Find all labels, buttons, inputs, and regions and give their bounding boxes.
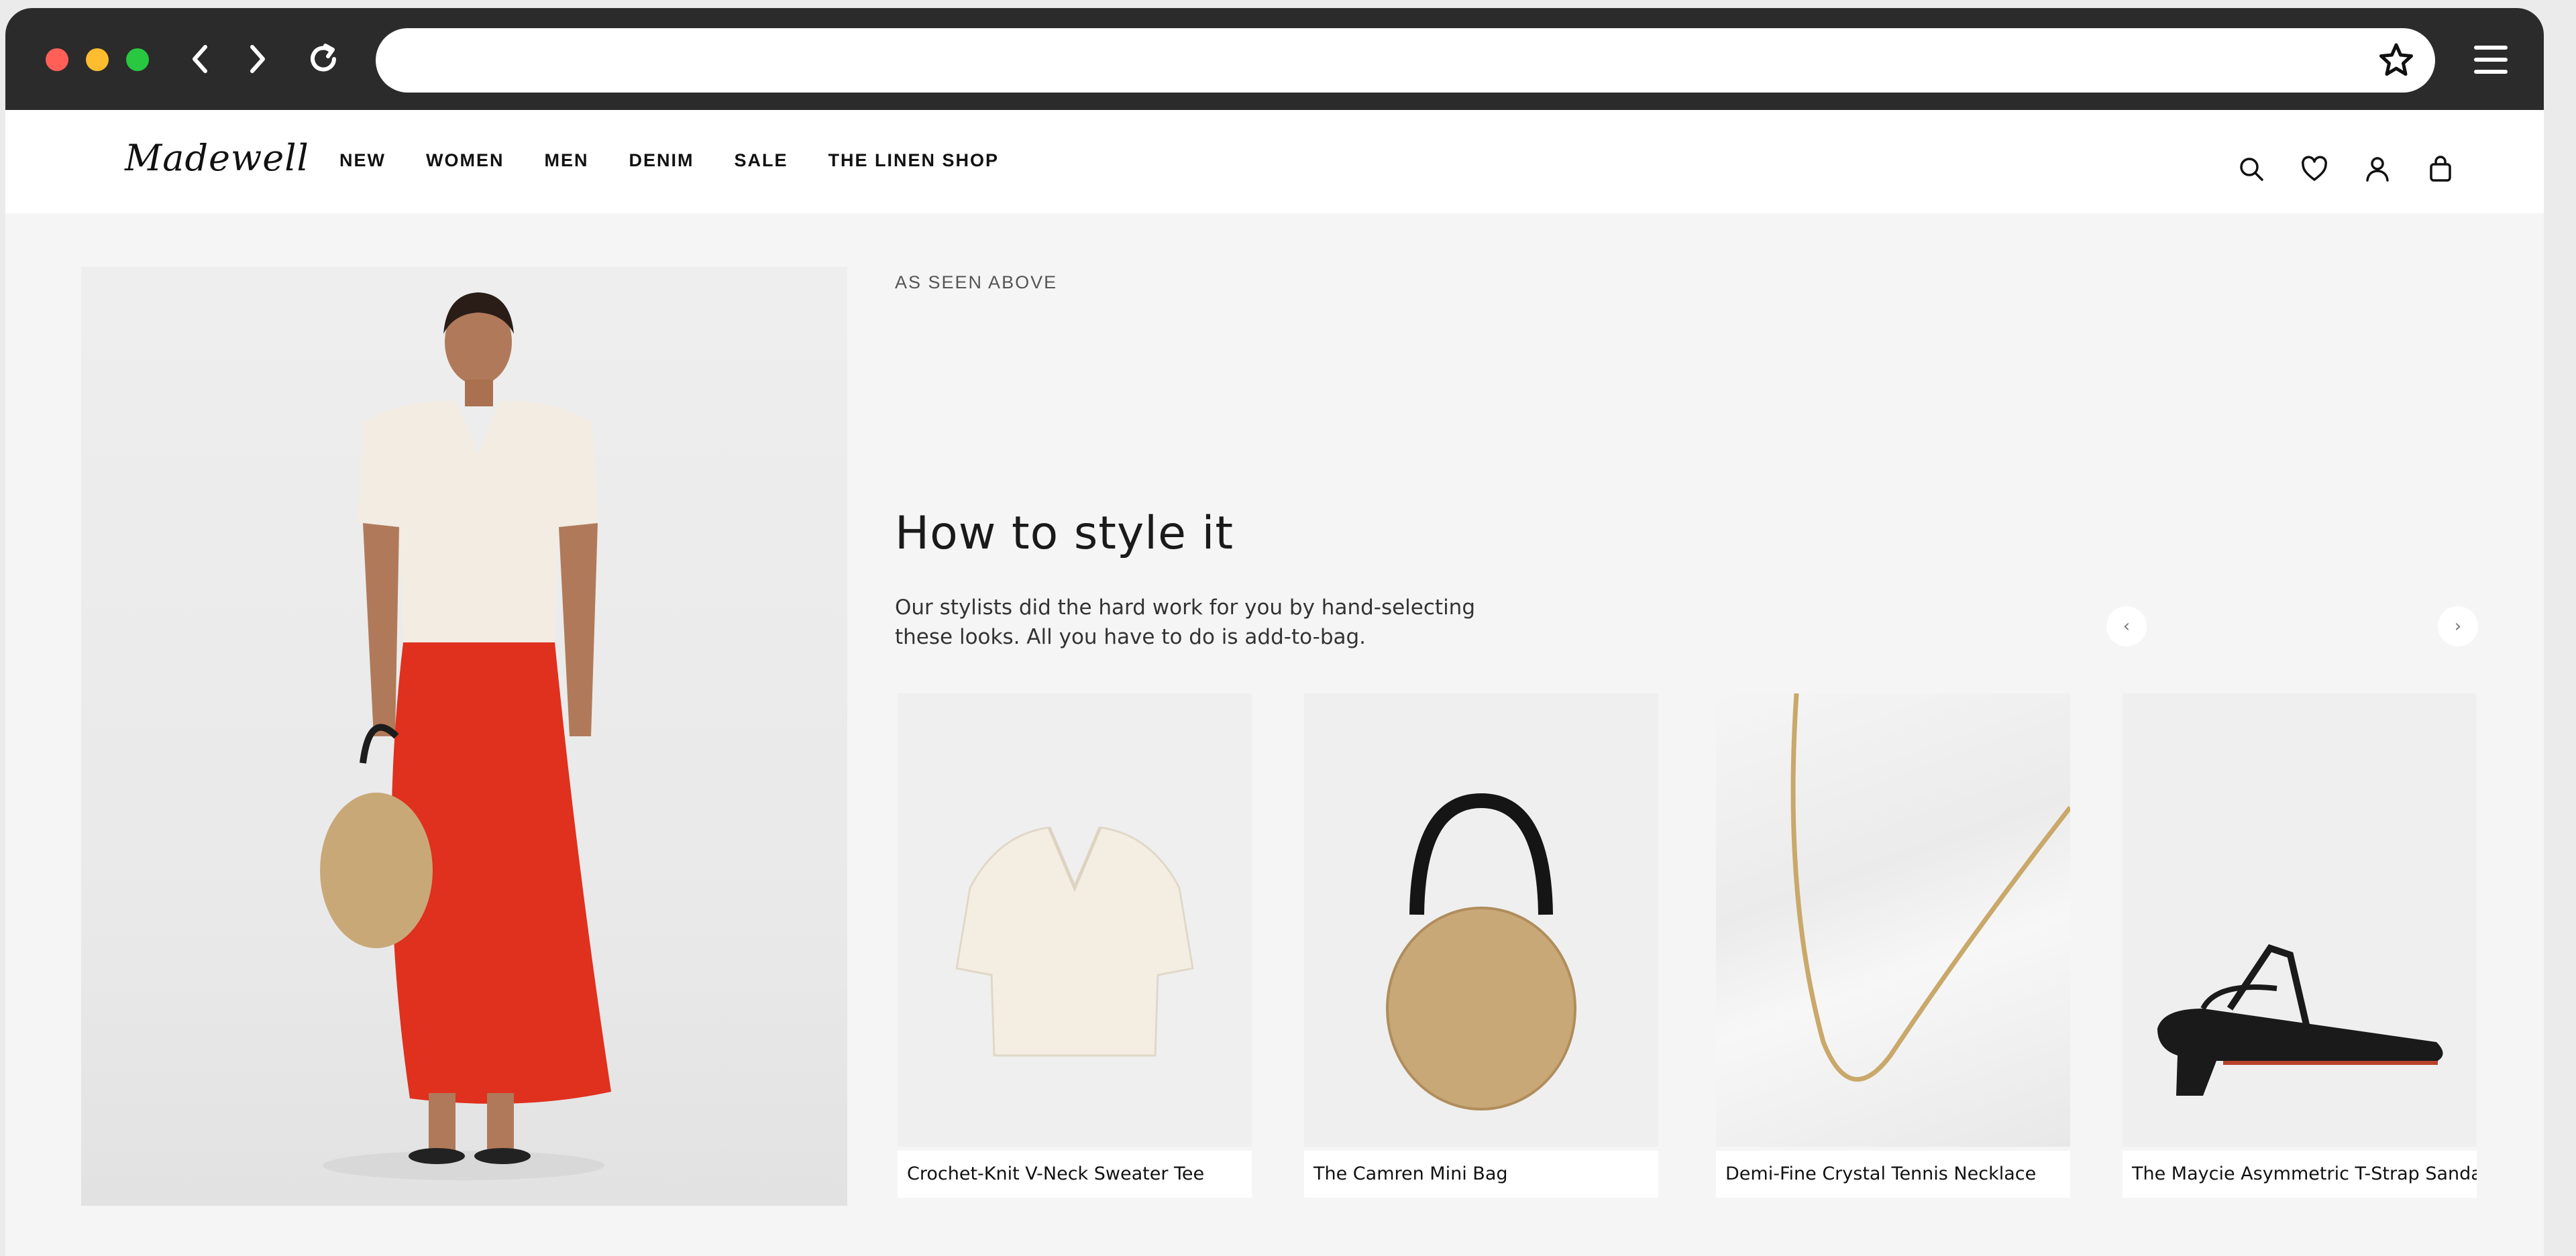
model-photo xyxy=(81,267,847,1206)
chevron-right-icon: › xyxy=(2454,616,2462,636)
star-icon[interactable] xyxy=(2377,42,2415,79)
heart-icon[interactable] xyxy=(2300,154,2329,184)
product-name[interactable]: Demi-Fine Crystal Tennis Necklace xyxy=(1716,1151,2070,1198)
forward-icon[interactable] xyxy=(236,39,276,79)
browser-toolbar xyxy=(5,8,2544,110)
product-card[interactable]: Crochet-Knit V-Neck Sweater Tee xyxy=(898,693,1252,1198)
brand-logo[interactable]: Madewell xyxy=(125,137,309,179)
close-window-button[interactable] xyxy=(46,48,68,71)
browser-window: Madewell NEW WOMEN MEN DENIM SALE THE LI… xyxy=(5,8,2544,1256)
section-title: How to style it xyxy=(895,507,1234,560)
product-name[interactable]: The Camren Mini Bag xyxy=(1304,1151,1658,1198)
product-image[interactable] xyxy=(1304,693,1658,1147)
nav-item-women[interactable]: WOMEN xyxy=(426,150,504,171)
product-image[interactable] xyxy=(1716,693,2070,1147)
product-card[interactable]: The Maycie Asymmetric T-Strap Sandal xyxy=(2123,693,2477,1198)
site-header: Madewell NEW WOMEN MEN DENIM SALE THE LI… xyxy=(5,110,2544,213)
tee-illustration xyxy=(955,826,1194,1057)
address-bar[interactable] xyxy=(376,28,2435,93)
nav-item-denim[interactable]: DENIM xyxy=(629,150,694,171)
nav-item-men[interactable]: MEN xyxy=(544,150,588,171)
product-image[interactable] xyxy=(2123,693,2477,1147)
product-card[interactable]: Demi-Fine Crystal Tennis Necklace xyxy=(1716,693,2070,1198)
product-name[interactable]: The Maycie Asymmetric T-Strap Sandal xyxy=(2123,1151,2477,1198)
maximize-window-button[interactable] xyxy=(126,48,149,71)
search-icon[interactable] xyxy=(2237,154,2266,184)
header-actions xyxy=(2237,154,2455,184)
sandal-illustration xyxy=(2157,944,2443,1096)
main-nav: NEW WOMEN MEN DENIM SALE THE LINEN SHOP xyxy=(339,150,1039,171)
necklace-illustration xyxy=(1790,693,2070,1082)
nav-item-new[interactable]: NEW xyxy=(339,150,386,171)
product-name[interactable]: Crochet-Knit V-Neck Sweater Tee xyxy=(898,1151,1252,1198)
bag-icon[interactable] xyxy=(2426,154,2455,184)
model-illustration xyxy=(320,292,611,1180)
back-icon[interactable] xyxy=(181,39,221,79)
product-image[interactable] xyxy=(898,693,1252,1147)
menu-icon[interactable] xyxy=(2469,38,2513,82)
section-description: Our stylists did the hard work for you b… xyxy=(895,595,1476,649)
nav-item-sale[interactable]: SALE xyxy=(734,150,788,171)
product-card[interactable]: The Camren Mini Bag xyxy=(1304,693,1658,1198)
account-icon[interactable] xyxy=(2363,154,2392,184)
nav-item-linen-shop[interactable]: THE LINEN SHOP xyxy=(828,150,1000,171)
carousel-prev-button[interactable]: ‹ xyxy=(2106,606,2147,646)
minimize-window-button[interactable] xyxy=(86,48,109,71)
section-eyebrow: AS SEEN ABOVE xyxy=(895,272,1058,292)
carousel-next-button[interactable]: › xyxy=(2438,606,2478,646)
chevron-left-icon: ‹ xyxy=(2123,616,2131,636)
reload-icon[interactable] xyxy=(303,39,343,79)
bag-illustration xyxy=(1386,793,1576,1110)
